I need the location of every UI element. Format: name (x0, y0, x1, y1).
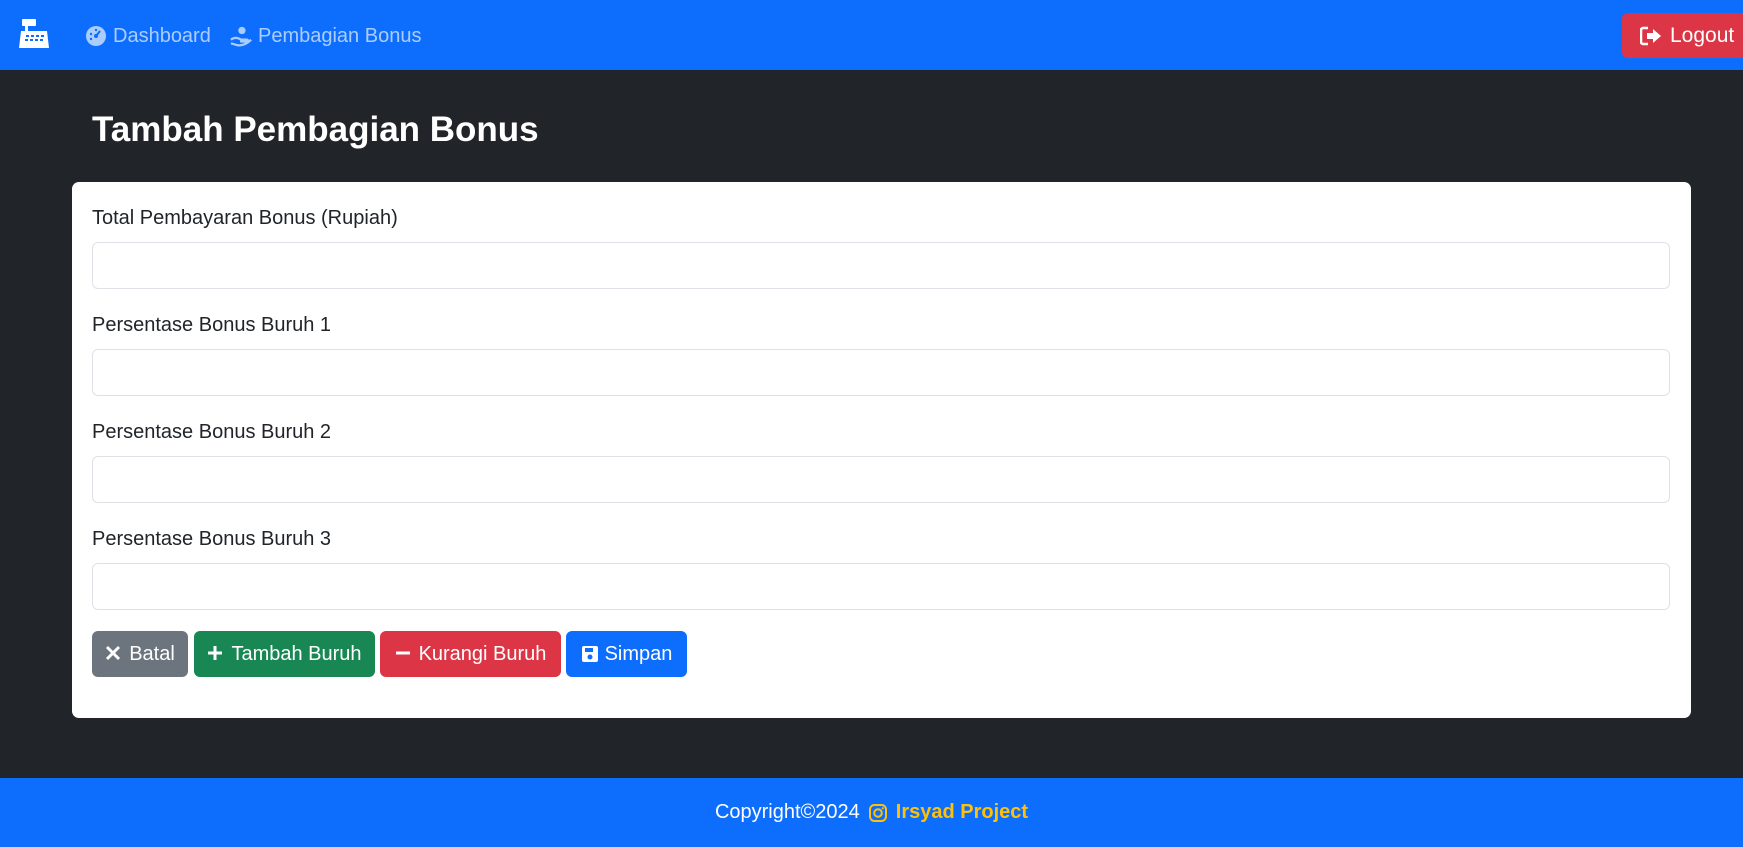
minus-icon (395, 645, 413, 663)
batal-label: Batal (129, 642, 175, 665)
tambah-buruh-label: Tambah Buruh (231, 642, 362, 665)
simpan-label: Simpan (604, 642, 673, 665)
close-icon (105, 645, 123, 663)
kurangi-buruh-label: Kurangi Buruh (418, 642, 547, 665)
footer: Copyright©2024 Irsyad Project (0, 778, 1743, 847)
logout-arrow-icon (1640, 26, 1662, 46)
bonus-buruh-2-label: Persentase Bonus Buruh 2 (92, 421, 332, 443)
bonus-buruh-1-input[interactable] (92, 349, 1670, 396)
floppy-disk-icon (581, 645, 599, 663)
bonus-buruh-2-input[interactable] (92, 456, 1670, 503)
dashboard-gauge-icon (85, 25, 107, 47)
instagram-icon[interactable] (868, 803, 888, 823)
nav-item-pembagian-bonus[interactable]: Pembagian Bonus (230, 22, 421, 50)
batal-button[interactable]: Batal (92, 631, 188, 677)
footer-brand-link[interactable]: Irsyad Project (896, 801, 1028, 824)
total-bonus-label: Total Pembayaran Bonus (Rupiah) (92, 207, 398, 229)
navbar: Dashboard Pembagian Bonus Logout (0, 0, 1743, 70)
logout-label: Logout (1670, 23, 1735, 47)
page-title: Tambah Pembagian Bonus (92, 110, 539, 149)
cash-register-icon[interactable] (16, 17, 52, 53)
hand-coin-icon (230, 25, 252, 47)
form-card: Total Pembayaran Bonus (Rupiah) Persenta… (72, 182, 1691, 718)
copyright-text: Copyright©2024 (714, 801, 860, 823)
simpan-button[interactable]: Simpan (566, 631, 687, 677)
bonus-buruh-3-label: Persentase Bonus Buruh 3 (92, 528, 332, 550)
nav-item-dashboard[interactable]: Dashboard (85, 22, 211, 50)
nav-item-label: Dashboard (113, 24, 211, 47)
kurangi-buruh-button[interactable]: Kurangi Buruh (380, 631, 561, 677)
tambah-buruh-button[interactable]: Tambah Buruh (194, 631, 375, 677)
nav-item-label: Pembagian Bonus (258, 24, 422, 47)
plus-icon (207, 645, 225, 663)
bonus-buruh-1-label: Persentase Bonus Buruh 1 (92, 314, 332, 336)
logout-button[interactable]: Logout (1622, 13, 1743, 58)
bonus-buruh-3-input[interactable] (92, 563, 1670, 610)
total-bonus-input[interactable] (92, 242, 1670, 289)
